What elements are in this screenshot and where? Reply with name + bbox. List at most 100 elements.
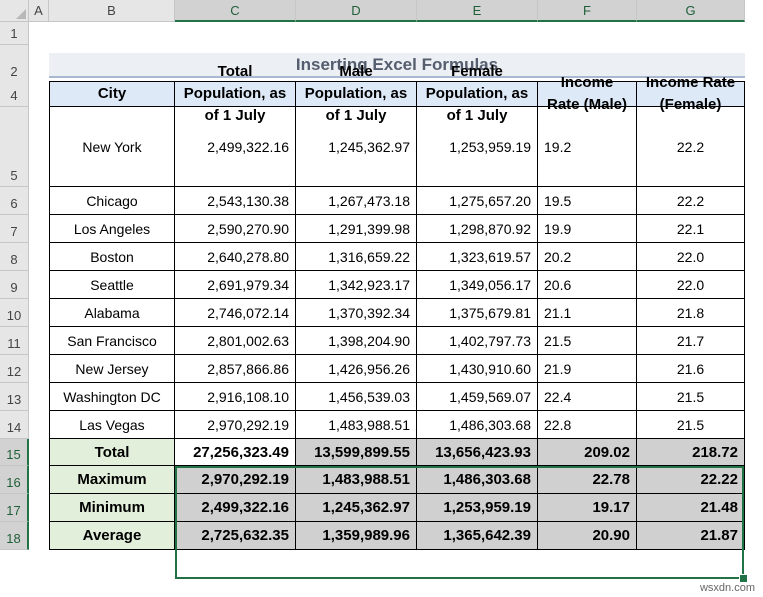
data-cell[interactable]: 1,456,539.03: [296, 383, 417, 411]
select-all-corner[interactable]: [0, 0, 29, 22]
data-cell[interactable]: 2,691,979.34: [175, 271, 296, 299]
data-cell[interactable]: 21.5: [637, 411, 745, 439]
data-cell[interactable]: 19.2: [538, 107, 637, 187]
data-cell[interactable]: 1,316,659.22: [296, 243, 417, 271]
column-header-f[interactable]: F: [538, 0, 637, 22]
data-cell[interactable]: 20.2: [538, 243, 637, 271]
table-header-cell[interactable]: Female Population, as of 1 July: [417, 63, 538, 124]
row-header-8[interactable]: 8: [0, 243, 29, 271]
table-header-cell[interactable]: Income Rate (Male): [538, 74, 637, 113]
row-header-9[interactable]: 9: [0, 271, 29, 299]
summary-label-cell[interactable]: Maximum: [49, 466, 175, 494]
data-cell[interactable]: 1,430,910.60: [417, 355, 538, 383]
data-cell[interactable]: 1,267,473.18: [296, 187, 417, 215]
row-header-14[interactable]: 14: [0, 411, 29, 439]
data-cell[interactable]: 1,486,303.68: [417, 411, 538, 439]
data-cell[interactable]: 21.1: [538, 299, 637, 327]
data-cell[interactable]: 1,245,362.97: [296, 107, 417, 187]
data-cell[interactable]: 1,253,959.19: [417, 107, 538, 187]
data-cell[interactable]: 1,275,657.20: [417, 187, 538, 215]
summary-value-cell[interactable]: 218.72: [637, 439, 745, 466]
summary-value-cell[interactable]: 19.17: [538, 494, 637, 522]
data-cell[interactable]: 2,543,130.38: [175, 187, 296, 215]
data-cell[interactable]: 19.5: [538, 187, 637, 215]
summary-value-cell[interactable]: 13,656,423.93: [417, 439, 538, 466]
summary-value-cell[interactable]: 1,486,303.68: [417, 466, 538, 494]
summary-value-cell[interactable]: 22.78: [538, 466, 637, 494]
row-header-13[interactable]: 13: [0, 383, 29, 411]
data-cell[interactable]: 1,291,399.98: [296, 215, 417, 243]
summary-value-cell[interactable]: 1,365,642.39: [417, 522, 538, 550]
data-cell[interactable]: 1,349,056.17: [417, 271, 538, 299]
data-cell[interactable]: 1,426,956.26: [296, 355, 417, 383]
row-header-18[interactable]: 18: [0, 522, 29, 550]
table-header-cell[interactable]: City: [49, 81, 175, 107]
data-cell[interactable]: 21.7: [637, 327, 745, 355]
summary-value-cell[interactable]: 1,245,362.97: [296, 494, 417, 522]
summary-value-cell[interactable]: 2,725,632.35: [175, 522, 296, 550]
row-header-15[interactable]: 15: [0, 439, 29, 466]
data-cell[interactable]: 1,402,797.73: [417, 327, 538, 355]
summary-label-cell[interactable]: Total: [49, 439, 175, 466]
summary-value-cell[interactable]: 20.90: [538, 522, 637, 550]
table-header-cell[interactable]: Male Population, as of 1 July: [296, 63, 417, 124]
summary-label-cell[interactable]: Minimum: [49, 494, 175, 522]
data-cell[interactable]: 2,801,002.63: [175, 327, 296, 355]
column-header-b[interactable]: B: [49, 0, 175, 22]
data-cell[interactable]: 21.9: [538, 355, 637, 383]
data-cell[interactable]: 2,640,278.80: [175, 243, 296, 271]
city-cell[interactable]: Alabama: [49, 299, 175, 327]
data-cell[interactable]: 22.4: [538, 383, 637, 411]
summary-value-cell[interactable]: 21.87: [637, 522, 745, 550]
data-cell[interactable]: 1,483,988.51: [296, 411, 417, 439]
data-cell[interactable]: 1,298,870.92: [417, 215, 538, 243]
row-header-1[interactable]: 1: [0, 22, 29, 45]
summary-value-cell[interactable]: 2,970,292.19: [175, 466, 296, 494]
row-header-2[interactable]: 2: [0, 45, 29, 83]
column-header-a[interactable]: A: [29, 0, 49, 22]
city-cell[interactable]: Las Vegas: [49, 411, 175, 439]
city-cell[interactable]: Washington DC: [49, 383, 175, 411]
summary-value-cell[interactable]: 13,599,899.55: [296, 439, 417, 466]
summary-value-cell[interactable]: 27,256,323.49: [175, 439, 296, 466]
summary-value-cell[interactable]: 209.02: [538, 439, 637, 466]
data-cell[interactable]: 2,916,108.10: [175, 383, 296, 411]
data-cell[interactable]: 1,323,619.57: [417, 243, 538, 271]
summary-label-cell[interactable]: Average: [49, 522, 175, 550]
data-cell[interactable]: 21.5: [637, 383, 745, 411]
summary-value-cell[interactable]: 1,253,959.19: [417, 494, 538, 522]
column-header-c[interactable]: C: [175, 0, 296, 22]
row-header-12[interactable]: 12: [0, 355, 29, 383]
summary-value-cell[interactable]: 2,499,322.16: [175, 494, 296, 522]
data-cell[interactable]: 1,342,923.17: [296, 271, 417, 299]
row-header-17[interactable]: 17: [0, 494, 29, 522]
data-cell[interactable]: 22.0: [637, 271, 745, 299]
data-cell[interactable]: 22.1: [637, 215, 745, 243]
data-cell[interactable]: 21.5: [538, 327, 637, 355]
row-header-5[interactable]: 5: [0, 107, 29, 187]
city-cell[interactable]: New York: [49, 107, 175, 187]
data-cell[interactable]: 2,746,072.14: [175, 299, 296, 327]
data-cell[interactable]: 1,375,679.81: [417, 299, 538, 327]
data-cell[interactable]: 21.8: [637, 299, 745, 327]
data-cell[interactable]: 2,970,292.19: [175, 411, 296, 439]
data-cell[interactable]: 1,398,204.90: [296, 327, 417, 355]
data-cell[interactable]: 22.8: [538, 411, 637, 439]
data-cell[interactable]: 2,499,322.16: [175, 107, 296, 187]
data-cell[interactable]: 19.9: [538, 215, 637, 243]
table-header-cell[interactable]: Total Population, as of 1 July: [175, 63, 296, 124]
data-cell[interactable]: 2,590,270.90: [175, 215, 296, 243]
summary-value-cell[interactable]: 21.48: [637, 494, 745, 522]
summary-value-cell[interactable]: 22.22: [637, 466, 745, 494]
city-cell[interactable]: Seattle: [49, 271, 175, 299]
city-cell[interactable]: New Jersey: [49, 355, 175, 383]
summary-value-cell[interactable]: 1,483,988.51: [296, 466, 417, 494]
row-header-7[interactable]: 7: [0, 215, 29, 243]
data-cell[interactable]: 22.2: [637, 187, 745, 215]
data-cell[interactable]: 22.0: [637, 243, 745, 271]
column-header-d[interactable]: D: [296, 0, 417, 22]
data-cell[interactable]: 22.2: [637, 107, 745, 187]
city-cell[interactable]: San Francisco: [49, 327, 175, 355]
table-header-cell[interactable]: Income Rate (Female): [637, 74, 745, 113]
data-cell[interactable]: 1,370,392.34: [296, 299, 417, 327]
